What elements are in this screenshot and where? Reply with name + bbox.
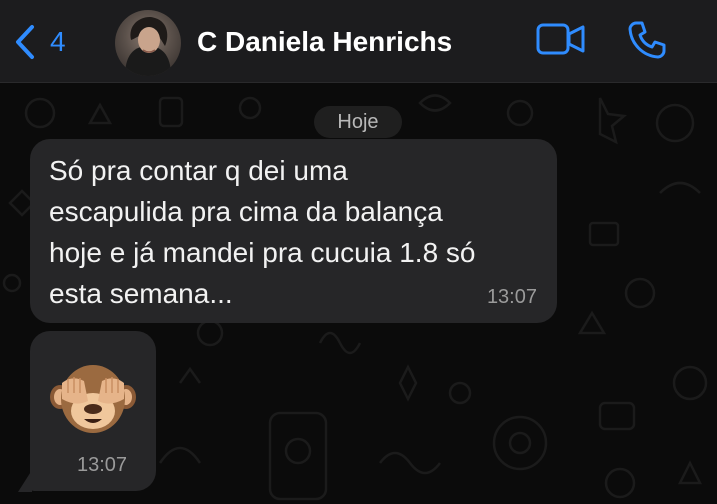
see-no-evil-monkey-icon (48, 359, 138, 439)
avatar[interactable] (115, 10, 181, 76)
contact-name[interactable]: C Daniela Henrichs (197, 22, 452, 62)
message-text: Só pra contar q dei uma escapulida pra c… (49, 155, 476, 309)
phone-icon[interactable] (627, 20, 667, 65)
bubble-tail (18, 470, 32, 492)
chat-area[interactable]: Hoje Só pra contar q dei uma escapulida … (0, 83, 717, 504)
message-bubble[interactable]: Só pra contar q dei uma escapulida pra c… (30, 139, 557, 323)
chat-header: 4 C Daniela Henrichs (0, 0, 717, 83)
emoji-message-bubble[interactable]: 13:07 (30, 331, 156, 491)
message-time: 13:07 (77, 454, 128, 476)
back-button[interactable]: 4 (14, 22, 66, 62)
unread-count: 4 (50, 26, 66, 57)
chevron-left-icon (14, 24, 36, 60)
message-time: 13:07 (486, 286, 537, 308)
date-separator: Hoje (314, 106, 402, 138)
video-call-icon[interactable] (536, 22, 586, 63)
